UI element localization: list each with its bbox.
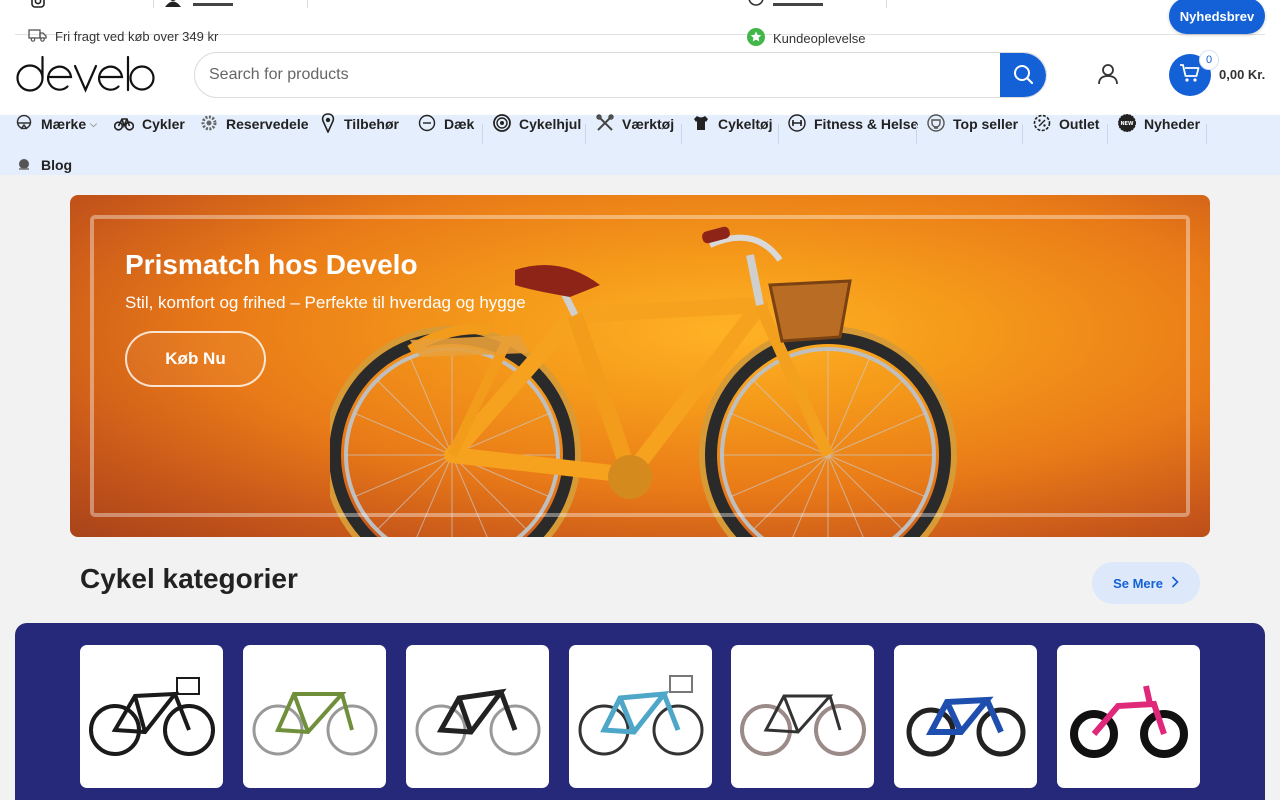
nav-label: Blog <box>41 157 73 173</box>
cut-text <box>193 0 233 6</box>
location-pin-icon <box>320 112 336 136</box>
category-card[interactable] <box>731 645 874 788</box>
nav-item-cykelhjul[interactable]: Cykelhjul <box>493 113 582 135</box>
truck-icon <box>28 28 47 45</box>
category-card[interactable] <box>894 645 1037 788</box>
bicycle-icon <box>113 115 135 134</box>
search-icon <box>1012 63 1034 90</box>
user-icon <box>1097 63 1119 90</box>
nav-label: Reservedele <box>226 116 309 132</box>
nav-label: Fitness & Helse <box>814 116 919 132</box>
nav-label: Outlet <box>1059 116 1100 132</box>
develo-logo[interactable] <box>15 54 155 99</box>
e-bike-image <box>415 688 540 755</box>
free-shipping-notice: Fri fragt ved køb over 349 kr <box>28 28 218 45</box>
top-strip: Fri fragt ved køb over 349 kr Kundeoplev… <box>0 0 1280 52</box>
see-more-label: Se Mere <box>1113 575 1163 591</box>
gear-part-icon <box>200 114 218 135</box>
nav-label: Dæk <box>444 116 475 132</box>
trophy-icon <box>927 113 945 135</box>
nav-item-fitness[interactable]: Fitness & Helse <box>788 113 919 135</box>
nav-divider <box>778 124 779 144</box>
cut-text <box>773 0 823 6</box>
kids-bike-image <box>906 696 1025 756</box>
search-button[interactable] <box>1000 53 1046 97</box>
nav-divider <box>482 124 483 144</box>
nav-item-nyheder[interactable]: NEW Nyheder <box>1118 113 1201 135</box>
nav-label: Nyheder <box>1144 116 1201 132</box>
nav-label: Cykler <box>142 116 185 132</box>
nav-item-blog[interactable]: Blog <box>15 155 72 175</box>
nav-divider <box>1022 124 1023 144</box>
nav-divider <box>1206 124 1207 144</box>
hero-subtitle: Stil, komfort og frihed – Perfekte til h… <box>125 293 526 312</box>
nav-item-tilbehor[interactable]: Tilbehør <box>320 112 399 136</box>
cart-total[interactable]: 0,00 Kr. <box>1219 67 1265 82</box>
tools-icon <box>596 113 614 135</box>
category-card[interactable] <box>243 645 386 788</box>
divider <box>886 0 887 8</box>
nav-divider <box>916 124 917 144</box>
user-icon <box>164 0 182 7</box>
hero-title: Prismatch hos Develo <box>125 249 418 280</box>
free-shipping-text: Fri fragt ved køb over 349 kr <box>55 29 219 44</box>
ladies-bike-image <box>578 674 703 755</box>
nav-item-cykler[interactable]: Cykler <box>113 114 185 134</box>
account-button[interactable] <box>1094 62 1122 90</box>
nav-label: Top seller <box>953 116 1019 132</box>
cart-icon <box>1179 63 1201 88</box>
customer-experience[interactable]: Kundeoplevelse <box>747 28 866 49</box>
nav-item-outlet[interactable]: Outlet <box>1033 114 1099 134</box>
category-card[interactable] <box>569 645 712 788</box>
racing-bike-image <box>252 691 377 755</box>
svg-text:NEW: NEW <box>1120 121 1134 127</box>
nav-divider <box>585 124 586 144</box>
nav-item-top-seller[interactable]: Top seller <box>927 113 1019 135</box>
cart-count-badge: 0 <box>1199 50 1219 70</box>
categories-title: Cykel kategorier <box>80 563 298 594</box>
instagram-icon[interactable] <box>31 0 45 8</box>
nav-label: Værktøj <box>622 116 675 132</box>
balance-bike-image <box>1069 684 1188 758</box>
chevron-right-icon <box>1171 575 1179 591</box>
discount-icon <box>1033 114 1051 135</box>
category-card[interactable] <box>1057 645 1200 788</box>
header: 0 0,00 Kr. <box>0 50 1280 115</box>
support-icon <box>747 0 765 6</box>
nav-label: Cykelhjul <box>519 116 582 132</box>
blog-icon <box>15 155 33 176</box>
hero-banner[interactable]: Prismatch hos Develo Stil, komfort og fr… <box>70 195 1210 537</box>
new-badge-icon: NEW <box>1118 113 1136 135</box>
dumbbell-icon <box>788 113 806 135</box>
nav-item-daek[interactable]: Dæk <box>418 114 474 134</box>
divider <box>153 0 154 8</box>
nav-divider <box>681 124 682 144</box>
customer-experience-text: Kundeoplevelse <box>773 31 866 46</box>
star-badge-icon <box>747 28 765 49</box>
see-more-button[interactable]: Se Mere <box>1092 562 1200 604</box>
category-card[interactable] <box>80 645 223 788</box>
divider <box>307 0 308 8</box>
tire-icon <box>418 114 436 135</box>
helmet-icon <box>15 114 33 135</box>
hero-cta-button[interactable]: Køb Nu <box>125 331 266 387</box>
wheel-icon <box>493 113 511 135</box>
nav-item-vaerktoj[interactable]: Værktøj <box>596 113 675 135</box>
nav-item-cykeltoj[interactable]: Cykeltøj <box>692 114 772 134</box>
city-bike-image <box>88 676 215 756</box>
chevron-down-icon: ⌵ <box>90 118 97 129</box>
search-input[interactable] <box>209 53 989 97</box>
nav-label: Tilbehør <box>344 116 399 132</box>
nav-label: Mærke <box>41 116 87 132</box>
category-card[interactable] <box>406 645 549 788</box>
jersey-icon <box>692 114 710 135</box>
nav-label: Cykeltøj <box>718 116 773 132</box>
nav-item-reservedele[interactable]: Reservedele <box>200 114 309 134</box>
newsletter-button[interactable]: Nyhedsbrev <box>1169 0 1265 34</box>
search-box <box>194 52 1047 98</box>
nav-divider <box>1107 124 1108 144</box>
nav-item-maerke[interactable]: Mærke ⌵ <box>15 114 97 134</box>
classic-bike-image <box>739 694 866 756</box>
